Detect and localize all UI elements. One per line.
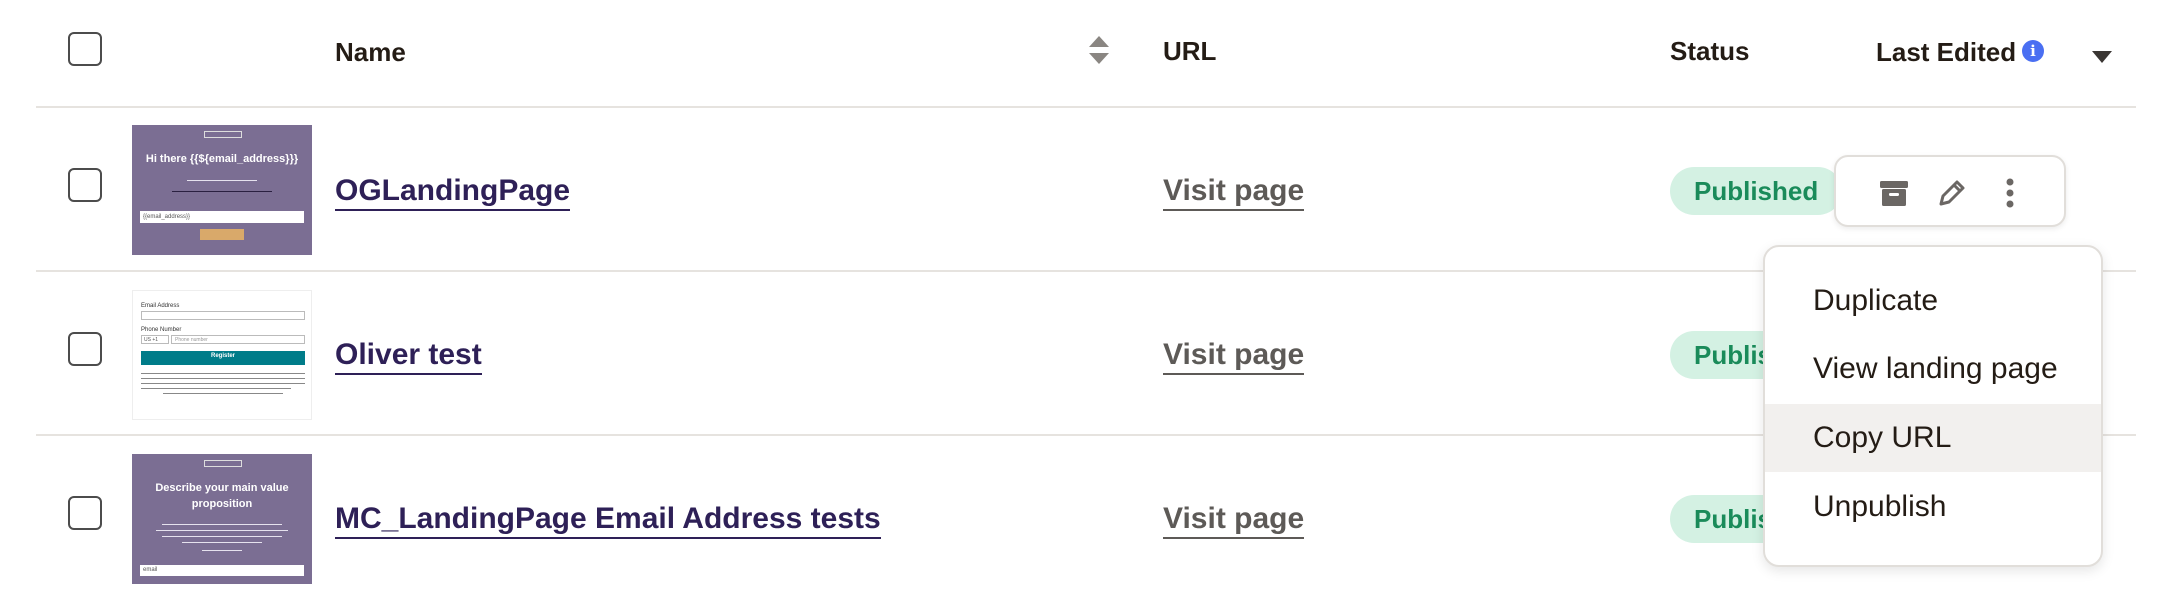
visit-page-link[interactable]: Visit page bbox=[1163, 501, 1305, 539]
page-thumbnail[interactable]: Email Address Phone Number US +1 Phone n… bbox=[132, 290, 312, 420]
thumb-input-text: email bbox=[143, 567, 158, 573]
caret-down-icon[interactable] bbox=[2091, 50, 2113, 64]
thumb-email-input bbox=[141, 311, 305, 320]
page-name-link[interactable]: MC_LandingPage Email Address tests bbox=[335, 501, 881, 539]
thumb-country-code: US +1 bbox=[144, 337, 159, 343]
row-checkbox[interactable] bbox=[68, 168, 102, 202]
select-all-checkbox[interactable] bbox=[68, 32, 102, 66]
page-name-link[interactable]: OGLandingPage bbox=[335, 173, 571, 211]
row-checkbox[interactable] bbox=[68, 332, 102, 366]
thumb-subtext bbox=[187, 180, 257, 181]
header-divider bbox=[36, 106, 2136, 108]
page-thumbnail[interactable]: Describe your main value proposition ema… bbox=[132, 454, 312, 584]
thumb-legal-text bbox=[141, 378, 305, 379]
info-icon[interactable]: i bbox=[2022, 40, 2044, 62]
thumb-input: {{email_address}} bbox=[140, 211, 304, 223]
sort-icon[interactable] bbox=[1087, 34, 1111, 66]
row-actions-menu: Duplicate View landing page Copy URL Unp… bbox=[1763, 245, 2103, 567]
thumb-phone-placeholder: Phone number bbox=[175, 337, 208, 343]
more-vertical-icon[interactable] bbox=[1990, 173, 2030, 213]
thumb-label-email: Email Address bbox=[141, 303, 180, 309]
column-header-url: URL bbox=[1163, 36, 1217, 66]
thumb-legal-text bbox=[141, 373, 305, 374]
menu-item-copy-url[interactable]: Copy URL bbox=[1765, 404, 2101, 472]
thumb-logo bbox=[204, 131, 242, 138]
thumb-legal-text bbox=[163, 393, 283, 394]
pencil-icon[interactable] bbox=[1932, 173, 1972, 213]
menu-item-view-landing-page[interactable]: View landing page bbox=[1765, 335, 2101, 403]
status-badge: Published bbox=[1670, 167, 1843, 215]
visit-page-link[interactable]: Visit page bbox=[1163, 173, 1305, 211]
column-header-name[interactable]: Name bbox=[335, 37, 406, 68]
thumb-subtext bbox=[156, 530, 288, 531]
column-header-last-edited[interactable]: Last Edited bbox=[1876, 37, 2016, 68]
thumb-subtext bbox=[162, 536, 282, 537]
row-action-bar bbox=[1834, 155, 2066, 227]
thumb-register-button: Register bbox=[141, 351, 305, 365]
page-thumbnail[interactable]: Hi there {{${email_address}}} {{email_ad… bbox=[132, 125, 312, 255]
thumb-legal-text bbox=[141, 388, 291, 389]
page-name-link[interactable]: Oliver test bbox=[335, 337, 482, 375]
archive-icon[interactable] bbox=[1874, 173, 1914, 213]
visit-page-link[interactable]: Visit page bbox=[1163, 337, 1305, 375]
thumb-button bbox=[200, 229, 244, 240]
thumb-register-label: Register bbox=[210, 353, 235, 359]
menu-item-unpublish[interactable]: Unpublish bbox=[1765, 473, 2101, 541]
thumb-input: email bbox=[140, 565, 304, 576]
thumb-legal-text bbox=[141, 383, 305, 384]
thumb-heading: Describe your main value proposition bbox=[155, 482, 289, 510]
thumb-country-select: US +1 bbox=[141, 335, 169, 344]
thumb-subtext bbox=[202, 550, 242, 551]
menu-item-duplicate[interactable]: Duplicate bbox=[1765, 267, 2101, 335]
thumb-subtext bbox=[172, 191, 272, 192]
thumb-phone-input: Phone number bbox=[171, 335, 305, 344]
thumb-input-text: {{email_address}} bbox=[143, 214, 191, 220]
thumb-label-phone: Phone Number bbox=[141, 327, 182, 333]
thumb-heading: Hi there {{${email_address}}} bbox=[145, 153, 299, 165]
thumb-subtext bbox=[162, 524, 282, 525]
row-checkbox[interactable] bbox=[68, 496, 102, 530]
column-header-status: Status bbox=[1670, 36, 1750, 66]
thumb-logo bbox=[204, 460, 242, 467]
thumb-subtext bbox=[182, 542, 262, 543]
